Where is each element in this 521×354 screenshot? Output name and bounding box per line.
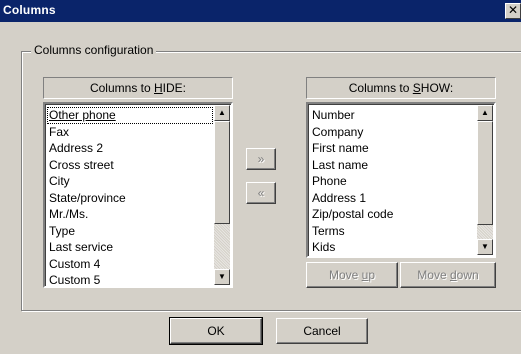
hide-list-scrollbar[interactable]: ▲ ▼ — [214, 105, 230, 285]
hide-header-text-end: IDE: — [162, 81, 187, 95]
hide-list-item[interactable]: Type — [47, 223, 213, 240]
hide-scroll-up-button[interactable]: ▲ — [214, 105, 230, 121]
hide-items: Other phone Fax Address 2 Cross street City S… — [47, 107, 213, 286]
close-icon: ✕ — [507, 3, 519, 17]
show-list-item[interactable]: Company — [310, 124, 476, 141]
close-button[interactable]: ✕ — [505, 3, 521, 19]
hide-list-item[interactable]: Custom 5 — [47, 272, 213, 286]
show-scroll-down-button[interactable]: ▼ — [477, 239, 493, 255]
move-down-text-end: own — [456, 268, 479, 282]
hide-header-text: Columns to — [89, 81, 154, 95]
hide-list-item[interactable]: Other phone — [47, 107, 213, 124]
cancel-button[interactable]: Cancel — [276, 318, 368, 344]
show-list-scrollbar[interactable]: ▲ ▼ — [477, 105, 493, 255]
move-down-text: Move — [417, 268, 450, 282]
show-scroll-thumb[interactable] — [477, 121, 493, 225]
show-scroll-up-button[interactable]: ▲ — [477, 105, 493, 121]
hide-header-mnemonic: H — [154, 81, 163, 95]
show-list-header: Columns to SHOW: — [306, 77, 496, 99]
move-up-text-end: p — [368, 268, 376, 282]
hide-list-item[interactable]: Address 2 — [47, 140, 213, 157]
group-label: Columns configuration — [31, 43, 157, 57]
window-title: Columns — [3, 3, 56, 17]
arrow-down-icon: ▼ — [218, 272, 226, 281]
hide-list-item[interactable]: City — [47, 173, 213, 190]
show-header-text: Columns to — [348, 81, 413, 95]
arrow-up-icon: ▲ — [218, 108, 226, 117]
show-list-item[interactable]: Last name — [310, 157, 476, 174]
show-items: Number Company First name Last name Phone Add… — [310, 107, 476, 256]
hide-list-header: Columns to HIDE: — [43, 77, 233, 99]
move-up-text: Move — [328, 268, 362, 282]
hide-scroll-down-button[interactable]: ▼ — [214, 269, 230, 285]
hide-list-item[interactable]: Last service — [47, 239, 213, 256]
arrow-down-icon: ▼ — [481, 242, 489, 251]
show-list-item[interactable]: Address 1 — [310, 190, 476, 207]
hide-list-item[interactable]: Fax — [47, 124, 213, 141]
hide-list-item[interactable]: State/province — [47, 190, 213, 207]
show-header-text-end: HOW: — [420, 81, 454, 95]
move-down-mnemonic: d — [449, 268, 457, 282]
move-down-button[interactable]: Move down — [400, 262, 496, 288]
columns-dialog: Columns ✕ Columns configuration Columns … — [0, 0, 521, 354]
add-to-show-button[interactable]: » — [246, 148, 276, 170]
show-list-item[interactable]: First name — [310, 140, 476, 157]
show-header-mnemonic: S — [412, 81, 421, 95]
show-list-item[interactable]: Number — [310, 107, 476, 124]
show-list-item[interactable]: Phone — [310, 173, 476, 190]
show-list-item[interactable]: Terms — [310, 223, 476, 240]
show-list-item[interactable]: Zip/postal code — [310, 206, 476, 223]
move-up-button[interactable]: Move up — [306, 262, 398, 288]
hide-scroll-thumb[interactable] — [214, 121, 230, 224]
arrow-up-icon: ▲ — [481, 108, 489, 117]
ok-button[interactable]: OK — [169, 317, 263, 345]
show-columns-listbox[interactable]: Number Company First name Last name Phone Add… — [306, 102, 496, 258]
hide-list-item[interactable]: Custom 4 — [47, 256, 213, 273]
title-bar[interactable]: Columns ✕ — [0, 0, 521, 22]
hide-list-item[interactable]: Mr./Ms. — [47, 206, 213, 223]
show-list-item[interactable]: Kids — [310, 239, 476, 256]
remove-from-show-button[interactable]: « — [246, 182, 276, 204]
hide-columns-listbox[interactable]: Other phone Fax Address 2 Cross street City S… — [43, 102, 233, 288]
hide-list-item[interactable]: Cross street — [47, 157, 213, 174]
